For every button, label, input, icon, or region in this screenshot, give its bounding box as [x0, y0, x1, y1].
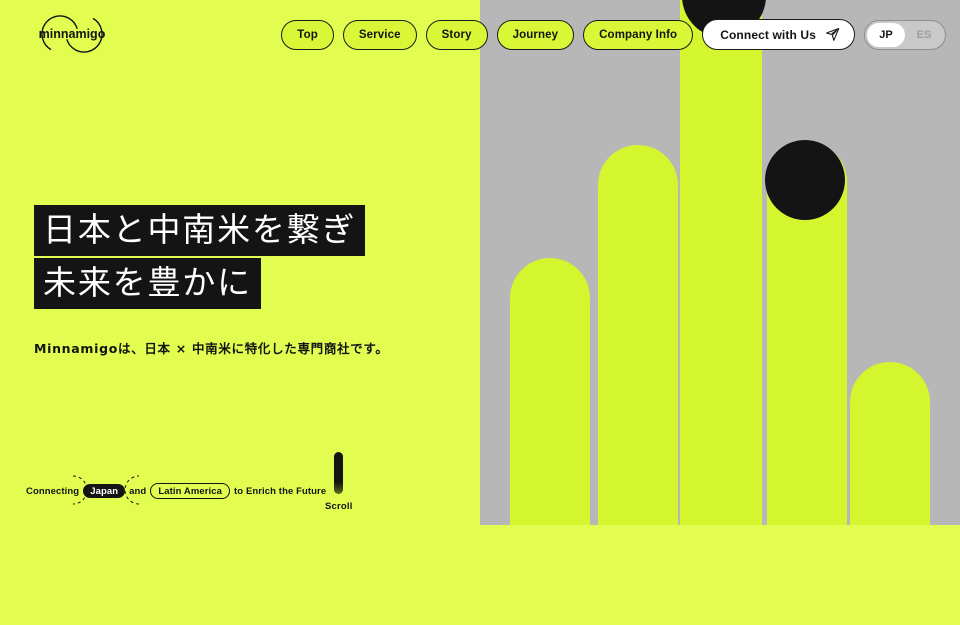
hero-copy: 日本と中南米を繋ぎ 未来を豊かに Minnamigoは、日本 × 中南米に特化し… [34, 205, 389, 357]
tagline-suffix: to Enrich the Future [234, 485, 327, 497]
page-title-line-1: 日本と中南米を繋ぎ [34, 205, 366, 256]
nav-item-top[interactable]: Top [281, 19, 334, 50]
graphic-bar-2 [598, 145, 678, 525]
nav-item-label: Journey [512, 28, 559, 41]
tagline-conjunction: and [129, 485, 147, 497]
language-option-es[interactable]: ES [905, 23, 943, 47]
tagline: Connecting Japan and Latin America to En… [26, 475, 327, 505]
scroll-indicator[interactable]: Scroll [325, 452, 353, 512]
send-icon [825, 27, 840, 42]
nav-item-story[interactable]: Story [425, 19, 488, 50]
hero-bar-graphic [480, 0, 960, 525]
nav-item-label: Company Info [599, 28, 678, 41]
language-switcher[interactable]: JP ES [864, 19, 946, 50]
scroll-bar-indicator-icon [334, 452, 344, 494]
tagline-prefix: Connecting [26, 485, 80, 497]
brand-logo-text: minnamigo [39, 27, 106, 41]
nav-item-service[interactable]: Service [342, 19, 417, 50]
scroll-indicator-label: Scroll [325, 501, 353, 512]
site-header: minnamigo Top Service Story Journey Comp… [0, 0, 960, 68]
language-option-jp[interactable]: JP [867, 22, 905, 47]
page-root: minnamigo Top Service Story Journey Comp… [0, 0, 960, 625]
nav-item-journey[interactable]: Journey [496, 19, 575, 50]
nav-item-company-info[interactable]: Company Info [583, 19, 694, 50]
headline-row-2: 未来を豊かに [34, 257, 389, 311]
graphic-bar-3 [680, 0, 762, 525]
graphic-bar-5 [850, 362, 930, 525]
nav-item-label: Top [297, 28, 318, 41]
tagline-chip-latin-america: Latin America [150, 483, 231, 499]
connect-with-us-button[interactable]: Connect with Us [702, 19, 855, 50]
graphic-circle-mid [765, 140, 845, 220]
tagline-chip-japan: Japan [83, 484, 126, 498]
nav-item-label: Service [358, 28, 401, 41]
headline-row-1: 日本と中南米を繋ぎ [34, 205, 389, 258]
nav-item-label: Story [441, 28, 472, 41]
page-title-line-2: 未来を豊かに [34, 257, 261, 309]
overlapping-circles-logo-icon: minnamigo [39, 15, 106, 53]
hero-subcopy: Minnamigoは、日本 × 中南米に特化した専門商社です。 [34, 340, 389, 356]
main-navigation: Top Service Story Journey Company Info C… [281, 19, 946, 50]
graphic-bar-1 [510, 258, 590, 525]
connect-with-us-label: Connect with Us [720, 27, 816, 42]
brand-logo[interactable]: minnamigo [33, 14, 111, 54]
